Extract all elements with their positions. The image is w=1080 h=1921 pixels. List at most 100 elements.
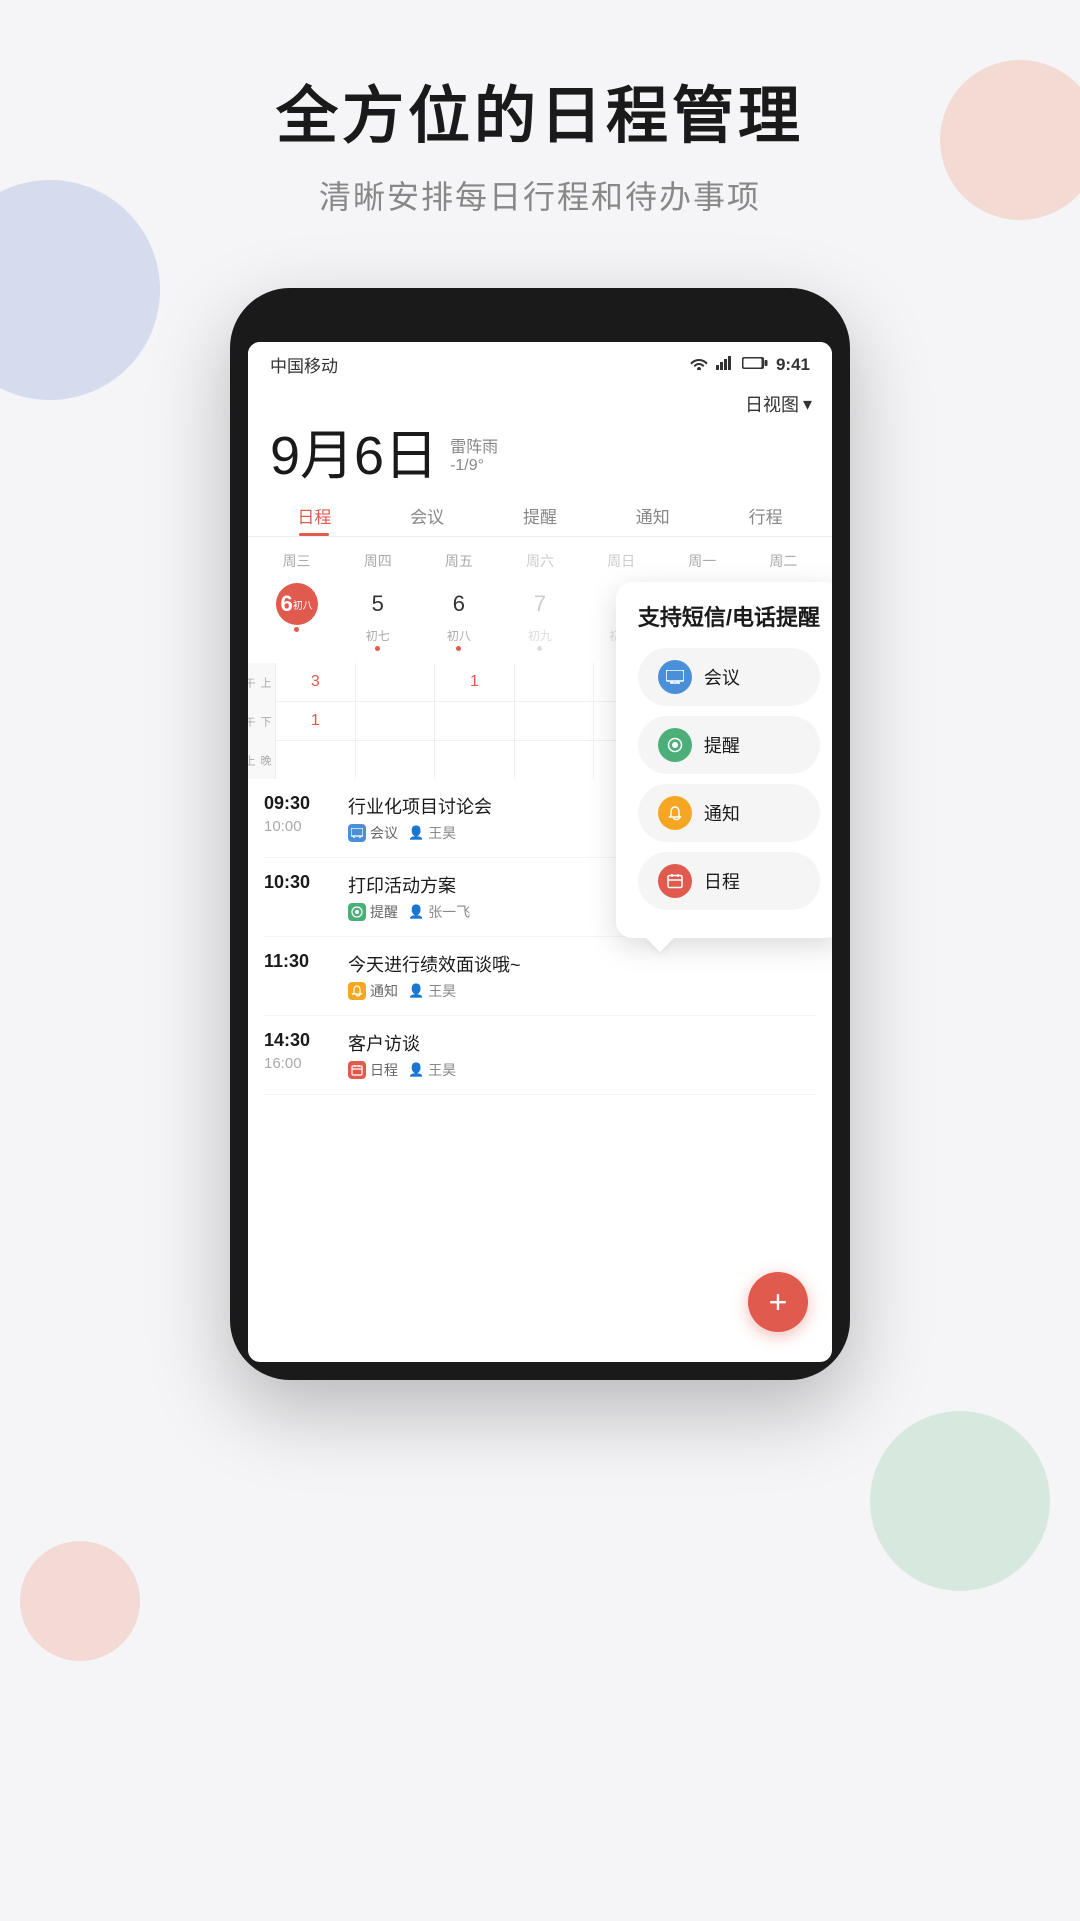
tab-schedule[interactable]: 日程 [258, 493, 371, 536]
event-end-4: 16:00 [264, 1055, 334, 1072]
event-item-4[interactable]: 14:30 16:00 客户访谈 日程 [264, 1016, 816, 1095]
count-cell-1-1: 3 [276, 663, 356, 701]
date-cell-6-today[interactable]: 6初八 [256, 579, 337, 655]
tab-bar: 日程 会议 提醒 通知 行程 [248, 493, 832, 537]
count-cell-1-3: 1 [435, 663, 515, 701]
side-afternoon: 下午 [248, 702, 275, 741]
weekday-thu: 周四 [337, 547, 418, 575]
action-label-notification: 通知 [704, 800, 740, 826]
weekday-sat: 周六 [499, 547, 580, 575]
lunar-7: 初九 [528, 627, 552, 644]
weekday-row: 周三 周四 周五 周六 周日 周一 周二 [256, 547, 824, 575]
action-label-reminder: 提醒 [704, 732, 740, 758]
date-num-6: 6 [438, 583, 480, 625]
event-start-2: 10:30 [264, 872, 334, 893]
status-time: 9:41 [776, 355, 810, 375]
date-num-5: 5 [357, 583, 399, 625]
event-title-4: 客户访谈 [348, 1030, 816, 1056]
side-labels: 上午 下午 晚上 [248, 663, 276, 779]
action-btn-notification[interactable]: 通知 [638, 784, 820, 842]
person-icon-4: 👤 [408, 1062, 424, 1078]
dot-6b [456, 646, 461, 651]
tab-meeting[interactable]: 会议 [371, 493, 484, 536]
event-detail-4: 客户访谈 日程 👤 王昊 [348, 1030, 816, 1080]
status-right: 9:41 [690, 354, 810, 375]
action-label-meeting: 会议 [704, 664, 740, 690]
action-btn-meeting[interactable]: 会议 [638, 648, 820, 706]
reminder-type-label: 提醒 [370, 902, 398, 922]
event-meta-3: 通知 👤 王昊 [348, 981, 816, 1001]
signal-icon [716, 355, 734, 375]
dot-5 [375, 646, 380, 651]
date-num-7: 7 [519, 583, 561, 625]
event-start-3: 11:30 [264, 951, 334, 972]
weekday-mon: 周一 [662, 547, 743, 575]
event-time-1: 09:30 10:00 [264, 793, 334, 843]
bg-decoration-green [870, 1411, 1050, 1591]
count-cell-3-1: - [276, 741, 356, 779]
bg-decoration-salmon [20, 1541, 140, 1661]
event-start-4: 14:30 [264, 1030, 334, 1051]
date-weather: 雷阵雨 -1/9° [450, 433, 498, 483]
weekday-wed: 周三 [256, 547, 337, 575]
phone-screen: 中国移动 9:41 日视图 ▾ [248, 342, 832, 1362]
tooltip-title: 支持短信/电话提醒 [638, 600, 820, 632]
event-person-2: 👤 张一飞 [408, 902, 470, 922]
tab-itinerary[interactable]: 行程 [709, 493, 822, 536]
date-cell-6[interactable]: 6 初八 [418, 579, 499, 655]
weekday-fri: 周五 [418, 547, 499, 575]
date-big: 9月6日 [270, 429, 438, 483]
count-cell-3-2: - [356, 741, 436, 779]
view-selector-label: 日视图 [745, 391, 799, 417]
header-section: 全方位的日程管理 清晰安排每日行程和待办事项 [0, 0, 1080, 258]
dot-7 [537, 646, 542, 651]
fab-add-button[interactable]: + [748, 1272, 808, 1332]
view-selector[interactable]: 日视图 ▾ [248, 383, 832, 421]
phone-notch [470, 313, 610, 335]
sub-title: 清晰安排每日行程和待办事项 [0, 172, 1080, 218]
person-icon-2: 👤 [408, 904, 424, 920]
notification-type-label: 通知 [370, 981, 398, 1001]
tooltip-tail [646, 938, 674, 952]
view-selector-btn[interactable]: 日视图 ▾ [745, 391, 812, 417]
date-header: 9月6日 雷阵雨 -1/9° [248, 421, 832, 487]
date-cell-7[interactable]: 7 初九 [499, 579, 580, 655]
event-item-3[interactable]: 11:30 今天进行绩效面谈哦~ 通知 👤 [264, 937, 816, 1016]
action-label-schedule: 日程 [704, 868, 740, 894]
person-name-4: 王昊 [428, 1060, 456, 1080]
tab-reminder[interactable]: 提醒 [484, 493, 597, 536]
phone-frame: 中国移动 9:41 日视图 ▾ [230, 288, 850, 1380]
event-type-reminder: 提醒 [348, 902, 398, 922]
main-title: 全方位的日程管理 [0, 80, 1080, 154]
action-btn-schedule[interactable]: 日程 [638, 852, 820, 910]
schedule-type-label: 日程 [370, 1060, 398, 1080]
chevron-down-icon: ▾ [803, 394, 812, 415]
schedule-badge-icon [348, 1061, 366, 1079]
tab-notification[interactable]: 通知 [596, 493, 709, 536]
person-name-1: 王昊 [428, 823, 456, 843]
event-meta-4: 日程 👤 王昊 [348, 1060, 816, 1080]
event-person-1: 👤 王昊 [408, 823, 456, 843]
count-cell-1-4: - [515, 663, 595, 701]
person-icon-3: 👤 [408, 983, 424, 999]
carrier-text: 中国移动 [270, 352, 338, 377]
weather-temp: -1/9° [450, 457, 498, 475]
tooltip-popup: 支持短信/电话提醒 会议 提醒 [616, 582, 832, 938]
event-time-3: 11:30 [264, 951, 334, 1001]
action-icon-reminder [658, 728, 692, 762]
notification-badge-icon [348, 982, 366, 1000]
weekday-tue: 周二 [743, 547, 824, 575]
phone-notch-area [248, 306, 832, 342]
dot-6 [294, 627, 299, 632]
count-cell-2-2: - [356, 702, 436, 740]
count-cell-2-1: 1 [276, 702, 356, 740]
action-icon-notification [658, 796, 692, 830]
battery-icon [742, 354, 768, 375]
date-cell-5[interactable]: 5 初七 [337, 579, 418, 655]
side-evening: 晚上 [248, 741, 275, 780]
event-end-1: 10:00 [264, 818, 334, 835]
action-btn-reminder[interactable]: 提醒 [638, 716, 820, 774]
lunar-6: 初八 [447, 627, 471, 644]
event-time-4: 14:30 16:00 [264, 1030, 334, 1080]
lunar-5: 初七 [366, 627, 390, 644]
